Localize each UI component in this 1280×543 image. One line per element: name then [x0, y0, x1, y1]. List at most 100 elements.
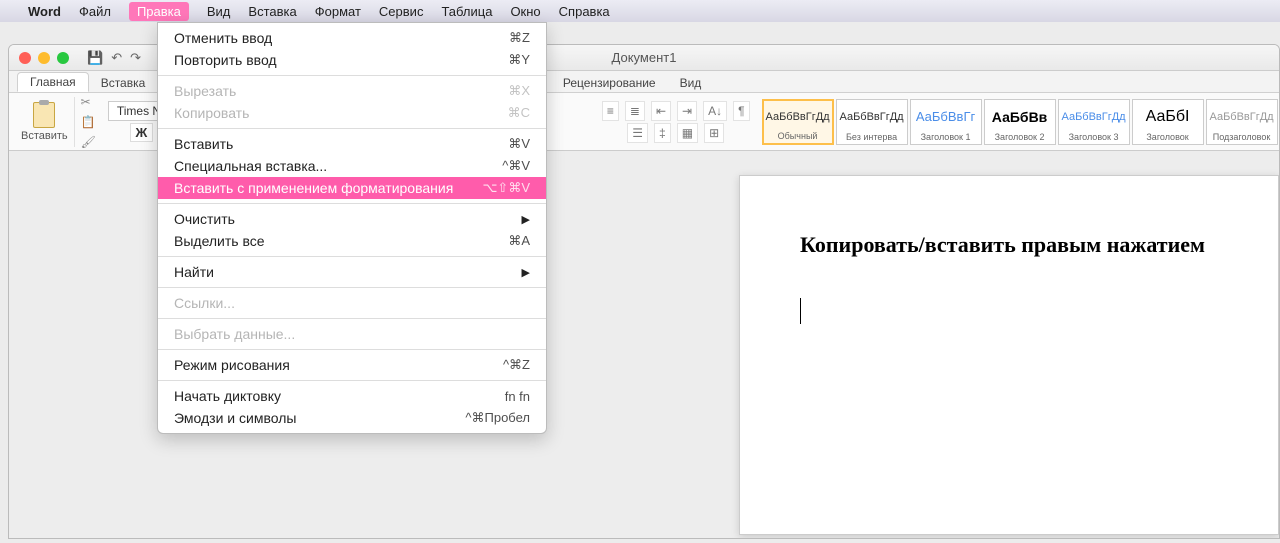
menu-item[interactable]: Повторить ввод ⌘Y — [158, 49, 546, 71]
indent-right-icon[interactable]: ⇥ — [677, 101, 697, 121]
style-label: Заголовок 2 — [995, 132, 1045, 142]
style-tile[interactable]: АаБбВвГгДдЗаголовок 3 — [1058, 99, 1130, 145]
numbering-icon[interactable]: ≣ — [625, 101, 645, 121]
menu-item-shortcut: ⌘Y — [508, 52, 530, 68]
menu-item-shortcut: ⌘A — [508, 233, 530, 249]
style-tile[interactable]: АаБбIЗаголовок — [1132, 99, 1204, 145]
menu-item-label: Копировать — [174, 105, 249, 121]
pilcrow-icon[interactable]: ¶ — [733, 101, 749, 121]
menu-item[interactable]: Начать диктовку fn fn — [158, 385, 546, 407]
style-sample: АаБбВв — [992, 102, 1048, 132]
submenu-arrow-icon: ▶ — [522, 266, 530, 279]
style-label: Подзаголовок — [1213, 132, 1271, 142]
menu-item[interactable]: Очистить ▶ — [158, 208, 546, 230]
style-tile[interactable]: АаБбВвГгЗаголовок 1 — [910, 99, 982, 145]
style-sample: АаБбВвГгДд — [1209, 102, 1273, 132]
borders-icon[interactable]: ⊞ — [704, 123, 724, 143]
style-sample: АаБбI — [1146, 102, 1190, 132]
edit-menu-dropdown: Отменить ввод ⌘Z Повторить ввод ⌘Y Вырезать ⌘… — [157, 22, 547, 434]
menubar-item-edit[interactable]: Правка — [129, 2, 189, 21]
menu-item[interactable]: Эмодзи и символы ^⌘Пробел — [158, 407, 546, 429]
style-label: Заголовок 3 — [1069, 132, 1119, 142]
menu-item-label: Эмодзи и символы — [174, 410, 296, 426]
menu-item-shortcut: ⌥⇧⌘V — [482, 180, 530, 196]
style-tile[interactable]: АаБбВвГгДдБез интерва — [836, 99, 908, 145]
menu-item-shortcut: ⌘Z — [509, 30, 530, 46]
tab-view[interactable]: Вид — [668, 74, 714, 92]
style-label: Без интерва — [846, 132, 897, 142]
menubar-item-file[interactable]: Файл — [79, 4, 111, 19]
menubar-item-help[interactable]: Справка — [559, 4, 610, 19]
menu-item-shortcut: fn fn — [505, 389, 530, 404]
bullets-icon[interactable]: ≡ — [602, 101, 619, 121]
maximize-icon[interactable] — [57, 52, 69, 64]
clipboard-side: ✂ 📋 🖌 — [81, 95, 96, 149]
menu-item-label: Очистить — [174, 211, 235, 227]
tab-insert[interactable]: Вставка — [89, 74, 158, 92]
menu-item-shortcut: ⌘V — [508, 136, 530, 152]
text-cursor — [800, 298, 801, 324]
style-tile[interactable]: АаБбВвГгДдПодзаголовок — [1206, 99, 1278, 145]
menubar-item-view[interactable]: Вид — [207, 4, 231, 19]
style-sample: АаБбВвГгДд — [839, 102, 903, 132]
clipboard-group: Вставить — [15, 97, 75, 147]
menu-item: Вырезать ⌘X — [158, 80, 546, 102]
indent-left-icon[interactable]: ⇤ — [651, 101, 671, 121]
undo-icon[interactable]: ↶ — [111, 50, 122, 66]
menu-item[interactable]: Специальная вставка...^⌘V — [158, 155, 546, 177]
align-left-icon[interactable]: ☰ — [627, 123, 648, 143]
menubar-app[interactable]: Word — [28, 4, 61, 19]
menu-item-label: Начать диктовку — [174, 388, 281, 404]
menubar-item-format[interactable]: Формат — [315, 4, 361, 19]
bold-button[interactable]: Ж — [130, 123, 154, 142]
line-spacing-icon[interactable]: ‡ — [654, 123, 671, 143]
sort-icon[interactable]: A↓ — [703, 101, 727, 121]
menu-item[interactable]: Режим рисования^⌘Z — [158, 354, 546, 376]
menu-item[interactable]: Отменить ввод ⌘Z — [158, 27, 546, 49]
style-label: Обычный — [778, 131, 818, 141]
document-heading: Копировать/вставить правым нажатием — [800, 232, 1218, 258]
menu-item: Выбрать данные... — [158, 323, 546, 345]
menubar-item-table[interactable]: Таблица — [441, 4, 492, 19]
menu-item-shortcut: ^⌘Пробел — [465, 410, 530, 426]
menu-item-label: Вставить с применением форматирования — [174, 180, 453, 196]
cut-icon[interactable]: ✂ — [81, 95, 96, 109]
menu-item[interactable]: Вставить с применением форматирования ⌥⇧⌘… — [158, 177, 546, 199]
save-icon[interactable]: 💾 — [87, 50, 103, 66]
format-painter-icon[interactable]: 🖌 — [81, 135, 96, 149]
styles-gallery: АаБбВвГгДдОбычныйАаБбВвГгДдБез интерваАа… — [762, 99, 1278, 145]
tab-review[interactable]: Рецензирование — [551, 74, 668, 92]
style-sample: АаБбВвГгДд — [1061, 102, 1125, 132]
minimize-icon[interactable] — [38, 52, 50, 64]
paste-button[interactable]: Вставить — [21, 102, 68, 142]
menu-item[interactable]: Вставить⌘V — [158, 133, 546, 155]
redo-icon[interactable]: ↷ — [130, 50, 141, 66]
style-sample: АаБбВвГг — [916, 102, 975, 132]
shading-icon[interactable]: ▦ — [677, 123, 698, 143]
menubar-item-service[interactable]: Сервис — [379, 4, 424, 19]
menu-item-label: Выделить все — [174, 233, 265, 249]
document-page[interactable]: Копировать/вставить правым нажатием — [739, 175, 1279, 535]
menu-item[interactable]: Найти▶ — [158, 261, 546, 283]
menubar-item-insert[interactable]: Вставка — [248, 4, 296, 19]
menu-item: Ссылки... — [158, 292, 546, 314]
submenu-arrow-icon: ▶ — [522, 213, 530, 226]
mac-menubar: Word Файл Правка Вид Вставка Формат Серв… — [0, 0, 1280, 22]
close-icon[interactable] — [19, 52, 31, 64]
style-sample: АаБбВвГгДд — [765, 103, 829, 131]
menu-item-label: Вырезать — [174, 83, 236, 99]
menubar-item-window[interactable]: Окно — [510, 4, 540, 19]
traffic-lights — [9, 52, 69, 64]
menu-item[interactable]: Выделить все ⌘A — [158, 230, 546, 252]
style-tile[interactable]: АаБбВвГгДдОбычный — [762, 99, 834, 145]
menu-item-shortcut: ⌘X — [508, 83, 530, 99]
menu-item-label: Повторить ввод — [174, 52, 277, 68]
menu-item-label: Специальная вставка... — [174, 158, 327, 174]
paste-icon — [33, 102, 55, 128]
tab-home[interactable]: Главная — [17, 72, 89, 92]
menu-item: Копировать⌘C — [158, 102, 546, 124]
menu-item-label: Отменить ввод — [174, 30, 272, 46]
paragraph-group: ≡ ≣ ⇤ ⇥ A↓ ¶ ☰ ‡ ▦ ⊞ — [596, 97, 756, 147]
style-tile[interactable]: АаБбВвЗаголовок 2 — [984, 99, 1056, 145]
copy-icon[interactable]: 📋 — [81, 115, 96, 129]
